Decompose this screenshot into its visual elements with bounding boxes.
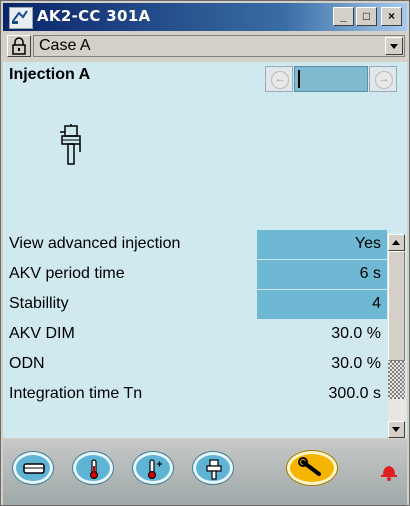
param-label: View advanced injection [9,235,181,252]
scroll-up-icon[interactable] [388,234,405,251]
param-value[interactable]: 4 [257,290,387,319]
section-index-field[interactable] [294,66,368,92]
case-icon[interactable] [13,452,53,484]
maximize-icon[interactable]: □ [356,7,377,26]
window-title: AK2-CC 301A [37,7,151,25]
param-value: 300.0 s [328,385,381,402]
wrench-icon[interactable] [287,451,337,485]
thermometer-fan-icon[interactable] [73,452,113,484]
scrollbar-track[interactable] [388,361,405,399]
bottom-nav-bar [3,439,407,505]
chevron-down-icon[interactable] [385,37,403,55]
valve-icon[interactable] [193,452,233,484]
param-row-view-advanced[interactable]: View advanced injection Yes [3,230,387,260]
main-panel: Injection A ← → View advanced injection … [3,62,407,438]
controller-icon [9,7,33,29]
lock-icon[interactable] [7,35,31,57]
param-row-akv-dim: AKV DIM 30.0 % [3,320,387,350]
param-row-integration-time: Integration time Tn 300.0 s [3,380,387,410]
injection-valve-icon [57,124,87,175]
vertical-scrollbar[interactable] [388,234,405,438]
param-row-odn: ODN 30.0 % [3,350,387,380]
param-row-stability[interactable]: Stabillity 4 [3,290,387,320]
param-label: Stabillity [9,295,69,312]
scroll-down-icon[interactable] [388,421,405,438]
param-label: AKV DIM [9,325,75,342]
param-value: 30.0 % [331,355,381,372]
param-label: Integration time Tn [9,385,143,402]
title-bar[interactable]: AK2-CC 301A _ □ × [3,3,407,31]
param-value: 30.0 % [331,325,381,342]
scrollbar-thumb[interactable] [388,251,405,361]
case-dropdown[interactable]: Case A [33,35,405,57]
param-value[interactable]: Yes [257,230,387,259]
arrow-right-icon[interactable]: → [369,66,397,92]
case-selected-label: Case A [39,37,91,54]
arrow-left-icon[interactable]: ← [265,66,293,92]
close-icon[interactable]: × [381,7,402,26]
minimize-icon[interactable]: _ [333,7,354,26]
section-title: Injection A [9,66,91,83]
param-label: AKV period time [9,265,125,282]
param-value[interactable]: 6 s [257,260,387,289]
app-window: AK2-CC 301A _ □ × Case A Injection A ← → [0,0,410,506]
thermometer-icon[interactable] [133,452,173,484]
param-label: ODN [9,355,45,372]
alarm-bell-icon[interactable] [379,461,399,486]
case-selector-row: Case A [3,33,407,61]
param-row-akv-period[interactable]: AKV period time 6 s [3,260,387,290]
